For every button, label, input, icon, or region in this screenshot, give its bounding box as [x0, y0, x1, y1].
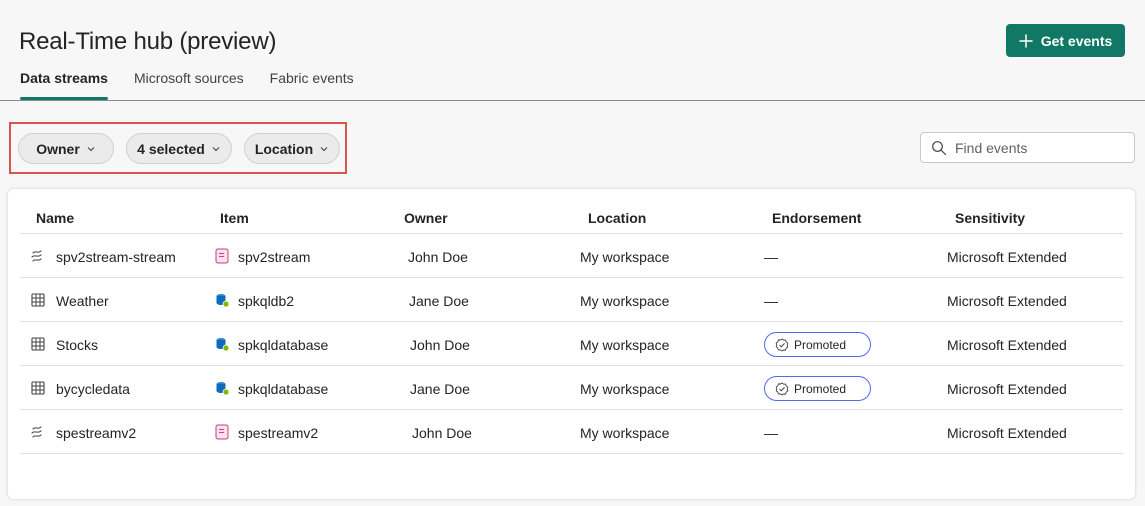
row-owner: John Doe: [412, 425, 472, 441]
column-header-endorsement[interactable]: Endorsement: [772, 210, 861, 226]
kql-database-icon: [214, 380, 230, 396]
location-filter-label: Location: [254, 140, 314, 157]
column-header-sensitivity[interactable]: Sensitivity: [955, 210, 1025, 226]
plus-icon: [1018, 33, 1033, 48]
row-owner: Jane Doe: [410, 381, 470, 397]
row-location: My workspace: [580, 249, 670, 265]
row-owner: Jane Doe: [409, 293, 469, 309]
table-row[interactable]: Stocks spkqldatabase John Doe My workspa…: [20, 322, 1123, 366]
get-events-button[interactable]: Get events: [1006, 24, 1125, 57]
row-location: My workspace: [580, 425, 670, 441]
promoted-badge: Promoted: [764, 376, 871, 401]
search-input[interactable]: [955, 139, 1125, 156]
stream-icon: [30, 248, 46, 264]
row-name[interactable]: bycycledata: [56, 381, 130, 397]
table-row[interactable]: spv2stream-stream spv2stream John Doe My…: [20, 234, 1123, 278]
row-endorsement: —: [764, 425, 778, 441]
get-events-label: Get events: [1040, 32, 1113, 49]
eventstream-item-icon: [214, 248, 230, 264]
row-owner: John Doe: [408, 249, 468, 265]
promoted-check-icon: [775, 337, 789, 352]
promoted-label: Promoted: [794, 337, 847, 352]
location-filter[interactable]: Location: [244, 133, 340, 164]
row-owner: John Doe: [410, 337, 470, 353]
row-name[interactable]: spv2stream-stream: [56, 249, 176, 265]
table-row[interactable]: Weather spkqldb2 Jane Doe My workspace —…: [20, 278, 1123, 322]
tab-bar: Data streams Microsoft sources Fabric ev…: [20, 68, 380, 100]
chevron-down-icon: [211, 144, 221, 154]
row-name[interactable]: Stocks: [56, 337, 98, 353]
column-header-name[interactable]: Name: [36, 210, 74, 226]
table-icon: [30, 292, 46, 308]
row-item[interactable]: spkqldatabase: [238, 337, 328, 353]
table-icon: [30, 336, 46, 352]
row-item[interactable]: spkqldb2: [238, 293, 294, 309]
row-sensitivity: Microsoft Extended: [947, 337, 1067, 353]
column-header-item[interactable]: Item: [220, 210, 249, 226]
row-sensitivity: Microsoft Extended: [947, 381, 1067, 397]
row-name[interactable]: spestreamv2: [56, 425, 136, 441]
row-sensitivity: Microsoft Extended: [947, 249, 1067, 265]
chevron-down-icon: [319, 144, 329, 154]
row-item[interactable]: spkqldatabase: [238, 381, 328, 397]
promoted-badge: Promoted: [764, 332, 871, 357]
kql-database-icon: [214, 292, 230, 308]
row-endorsement: —: [764, 293, 778, 309]
eventstream-item-icon: [214, 424, 230, 440]
tab-fabric-events[interactable]: Fabric events: [270, 68, 354, 100]
kql-database-icon: [214, 336, 230, 352]
tab-data-streams[interactable]: Data streams: [20, 68, 108, 100]
table-row[interactable]: spestreamv2 spestreamv2 John Doe My work…: [20, 410, 1123, 454]
row-location: My workspace: [580, 293, 670, 309]
row-item[interactable]: spestreamv2: [238, 425, 318, 441]
table-icon: [30, 380, 46, 396]
table-row[interactable]: bycycledata spkqldatabase Jane Doe My wo…: [20, 366, 1123, 410]
selected-filter[interactable]: 4 selected: [126, 133, 232, 164]
tab-divider: [0, 100, 1145, 101]
search-box[interactable]: [920, 132, 1135, 163]
owner-filter[interactable]: Owner: [18, 133, 114, 164]
stream-icon: [30, 424, 46, 440]
promoted-label: Promoted: [794, 381, 847, 396]
row-location: My workspace: [580, 337, 670, 353]
search-icon: [931, 140, 947, 156]
page-title: Real-Time hub (preview): [19, 28, 277, 55]
row-location: My workspace: [580, 381, 670, 397]
column-header-owner[interactable]: Owner: [404, 210, 448, 226]
row-item[interactable]: spv2stream: [238, 249, 310, 265]
owner-filter-label: Owner: [36, 140, 80, 157]
row-name[interactable]: Weather: [56, 293, 109, 309]
tab-microsoft-sources[interactable]: Microsoft sources: [134, 68, 244, 100]
row-sensitivity: Microsoft Extended: [947, 293, 1067, 309]
chevron-down-icon: [86, 144, 96, 154]
column-header-location[interactable]: Location: [588, 210, 646, 226]
data-streams-table: Name Item Owner Location Endorsement Sen…: [8, 189, 1135, 499]
promoted-check-icon: [775, 381, 789, 396]
selected-filter-label: 4 selected: [137, 140, 205, 157]
row-sensitivity: Microsoft Extended: [947, 425, 1067, 441]
row-endorsement: —: [764, 249, 778, 265]
